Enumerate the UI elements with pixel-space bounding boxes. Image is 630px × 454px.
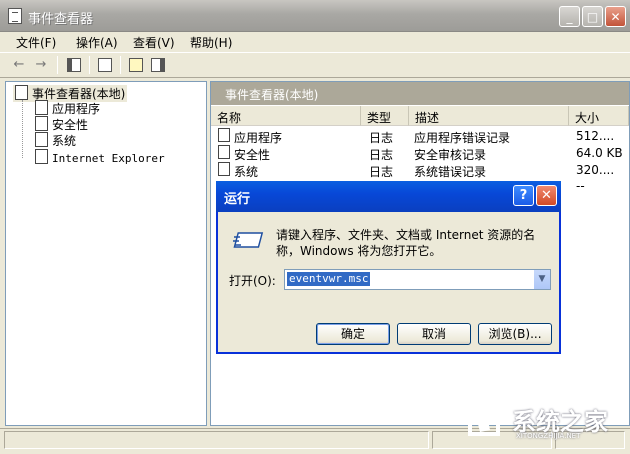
row-size: -- xyxy=(576,179,585,193)
properties-icon[interactable] xyxy=(129,58,143,72)
menu-view[interactable]: 查看(V) xyxy=(133,34,175,51)
menu-file[interactable]: 文件(F) xyxy=(16,34,56,51)
help-button[interactable]: ? xyxy=(513,185,534,206)
tree-item-internet-explorer[interactable]: Internet Explorer xyxy=(35,149,165,165)
dialog-close-button[interactable]: ✕ xyxy=(536,185,557,206)
status-segment xyxy=(4,431,429,449)
column-header-type[interactable]: 类型 xyxy=(361,106,409,126)
window-titlebar: 事件查看器 _ □ ✕ xyxy=(0,0,630,32)
column-header-size[interactable]: 大小 xyxy=(569,106,629,126)
row-size: 320.... xyxy=(576,163,615,177)
forward-icon[interactable]: → xyxy=(32,56,50,74)
row-description: 应用程序错误记录 xyxy=(414,131,511,145)
row-description: 安全审核记录 xyxy=(414,148,487,162)
run-dialog-title: 运行 xyxy=(224,192,251,207)
house-logo-icon xyxy=(460,399,508,436)
log-icon xyxy=(218,162,230,176)
table-row[interactable] xyxy=(218,162,230,179)
table-row[interactable] xyxy=(218,145,230,162)
export-list-icon[interactable] xyxy=(98,58,112,72)
tree-item-security[interactable]: 安全性 xyxy=(35,116,88,133)
tree-connector xyxy=(22,100,23,158)
column-header-name[interactable]: 名称 xyxy=(211,106,361,126)
show-hide-tree-icon[interactable] xyxy=(67,58,81,72)
open-label: 打开(O): xyxy=(229,274,276,288)
tree-item-application[interactable]: 应用程序 xyxy=(35,100,100,117)
help-pane-icon[interactable] xyxy=(151,58,165,72)
table-row[interactable] xyxy=(218,128,230,145)
menubar: 文件(F) 操作(A) 查看(V) 帮助(H) xyxy=(0,32,630,52)
menu-help[interactable]: 帮助(H) xyxy=(190,34,232,51)
toolbar-separator xyxy=(120,56,121,74)
log-icon xyxy=(218,145,230,159)
log-icon xyxy=(35,132,48,147)
row-size: 64.0 KB xyxy=(576,146,623,160)
toolbar-separator xyxy=(89,56,90,74)
row-type: 日志 xyxy=(369,148,394,162)
open-input[interactable]: eventvwr.msc xyxy=(287,272,371,286)
run-dialog-titlebar: 运行 ? ✕ xyxy=(216,181,561,212)
toolbar xyxy=(0,52,630,78)
column-header-description[interactable]: 描述 xyxy=(409,106,569,126)
toolbar-separator xyxy=(57,56,58,74)
row-name: 应用程序 xyxy=(234,131,283,145)
log-icon xyxy=(218,128,230,142)
row-type: 日志 xyxy=(369,131,394,145)
ok-button[interactable]: 确定 xyxy=(316,323,390,345)
watermark-url: XITONGZHIJIA.NET xyxy=(516,432,581,440)
log-icon xyxy=(35,100,48,115)
tree-item-system[interactable]: 系统 xyxy=(35,132,76,149)
chevron-down-icon[interactable]: ▼ xyxy=(533,270,550,289)
run-dialog-message: 请键入程序、文件夹、文档或 Internet 资源的名 称，Windows 将为… xyxy=(276,228,536,258)
pane-header: 事件查看器(本地) xyxy=(211,82,629,105)
window-title: 事件查看器 xyxy=(28,12,94,27)
minimize-button[interactable]: _ xyxy=(559,6,580,27)
row-name: 系统 xyxy=(234,165,259,179)
run-icon xyxy=(233,232,264,248)
log-icon xyxy=(35,149,48,164)
event-viewer-icon xyxy=(15,85,28,100)
cancel-button[interactable]: 取消 xyxy=(397,323,471,345)
log-icon xyxy=(35,116,48,131)
row-size: 512.... xyxy=(576,129,615,143)
maximize-button[interactable]: □ xyxy=(582,6,603,27)
row-type: 日志 xyxy=(369,165,394,179)
close-button[interactable]: ✕ xyxy=(605,6,626,27)
back-icon[interactable]: ← xyxy=(10,56,28,74)
row-name: 安全性 xyxy=(234,148,271,162)
row-description: 系统错误记录 xyxy=(414,165,487,179)
menu-action[interactable]: 操作(A) xyxy=(76,34,118,51)
event-viewer-app-icon xyxy=(8,8,22,24)
browse-button[interactable]: 浏览(B)... xyxy=(478,323,552,345)
